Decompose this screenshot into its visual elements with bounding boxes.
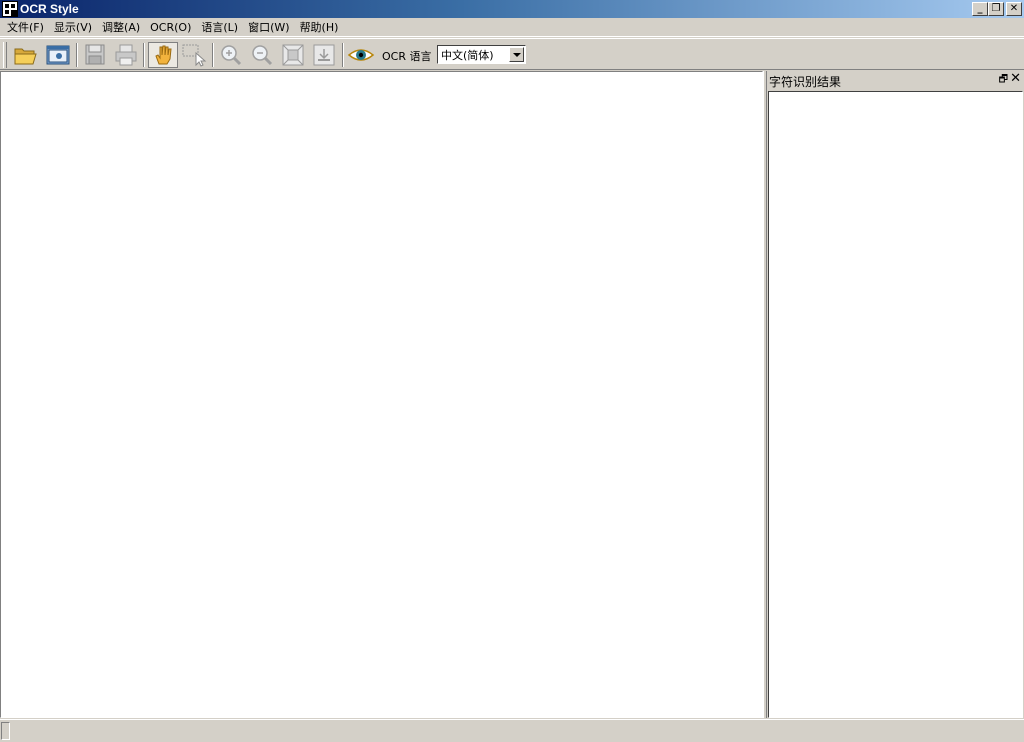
menu-window[interactable]: 窗口(W) [243,19,294,35]
toolbar-separator [76,43,78,67]
toolbar-separator [143,43,145,67]
zoom-out-icon[interactable] [248,42,276,68]
actual-size-icon[interactable] [310,42,338,68]
menu-language[interactable]: 语言(L) [196,19,243,35]
hand-pan-icon[interactable] [148,42,178,68]
zoom-in-icon[interactable] [217,42,245,68]
ocr-result-text-area[interactable] [768,91,1023,718]
menu-bar: 文件(F) 显示(V) 调整(A) OCR(O) 语言(L) 窗口(W) 帮助(… [0,18,1024,37]
restore-button[interactable]: ❐ [988,2,1004,16]
save-icon[interactable] [81,42,109,68]
menu-ocr[interactable]: OCR(O) [145,21,196,34]
language-select-value: 中文(简体) [441,49,494,62]
open-folder-icon[interactable] [12,42,40,68]
print-icon[interactable] [112,42,140,68]
ocr-result-panel-header[interactable]: 字符识别结果 🗗 ✕ [767,71,1024,90]
status-bar [0,719,1024,742]
ocr-result-panel-title: 字符识别结果 [769,75,842,89]
fit-page-icon[interactable] [279,42,307,68]
toolbar-separator [212,43,214,67]
language-select[interactable]: 中文(简体) [437,45,526,64]
menu-help[interactable]: 帮助(H) [295,19,344,35]
title-bar[interactable]: OCR Style _ ❐ ✕ [0,0,1024,18]
eye-recognize-icon[interactable] [347,42,375,68]
ocr-result-panel: 字符识别结果 🗗 ✕ [767,71,1024,718]
minimize-button[interactable]: _ [972,2,988,16]
toolbar-separator [342,43,344,67]
ocr-language-label: OCR 语言 [382,50,432,63]
scan-icon[interactable] [44,42,72,68]
select-arrow-icon[interactable] [180,42,208,68]
image-view[interactable] [0,71,763,718]
toolbar-grip[interactable] [3,42,7,68]
float-panel-icon[interactable]: 🗗 [999,72,1008,89]
status-pane [1,722,10,740]
menu-view[interactable]: 显示(V) [49,19,97,35]
menu-file[interactable]: 文件(F) [2,19,49,35]
app-icon[interactable] [2,1,18,17]
toolbar: OCR 语言 中文(简体) [0,38,1024,70]
close-panel-icon[interactable]: ✕ [1010,71,1021,86]
menu-adjust[interactable]: 调整(A) [97,19,145,35]
close-button[interactable]: ✕ [1006,2,1022,16]
chevron-down-icon[interactable] [509,47,524,62]
window-title: OCR Style [20,2,79,16]
